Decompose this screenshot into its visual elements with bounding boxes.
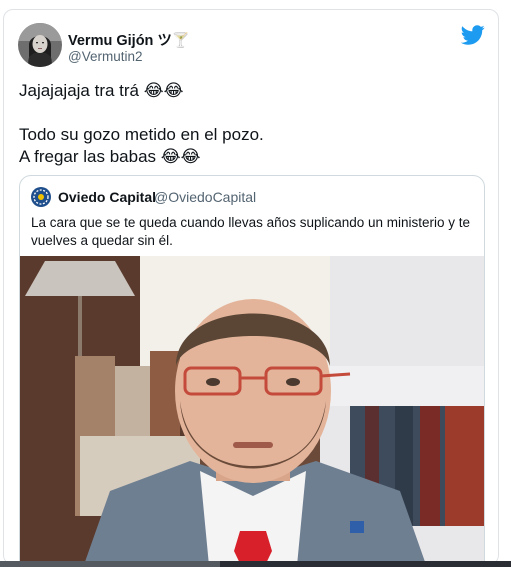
author-avatar[interactable] xyxy=(18,23,62,67)
author-display-name[interactable]: Vermu Gijón ツ🍸 xyxy=(68,29,190,50)
tweet-text-line: Jajajajaja tra trá 😂😂 xyxy=(19,81,184,100)
quoted-tweet-photo[interactable] xyxy=(20,256,484,564)
window-bottom-edge xyxy=(0,561,511,567)
quoted-author-handle[interactable]: @OviedoCapital xyxy=(154,189,256,205)
tweet-text-line: Todo su gozo metido en el pozo. xyxy=(19,125,264,144)
quoted-author-avatar[interactable] xyxy=(31,187,51,207)
quoted-tweet[interactable]: Oviedo Capital @OviedoCapital La cara qu… xyxy=(19,175,485,564)
tweet-text-line: A fregar las babas 😂😂 xyxy=(19,147,201,166)
quoted-author-display-name[interactable]: Oviedo Capital xyxy=(58,189,156,205)
author-handle[interactable]: @Vermutin2 xyxy=(68,49,143,64)
twitter-bird-icon[interactable] xyxy=(460,23,485,47)
quoted-tweet-text: La cara que se te queda cuando llevas añ… xyxy=(31,215,471,248)
tweet-card[interactable]: Vermu Gijón ツ🍸 @Vermutin2 Jajajajaja tra… xyxy=(3,9,499,565)
tweet-text: Jajajajaja tra trá 😂😂 Todo su gozo metid… xyxy=(19,80,479,168)
